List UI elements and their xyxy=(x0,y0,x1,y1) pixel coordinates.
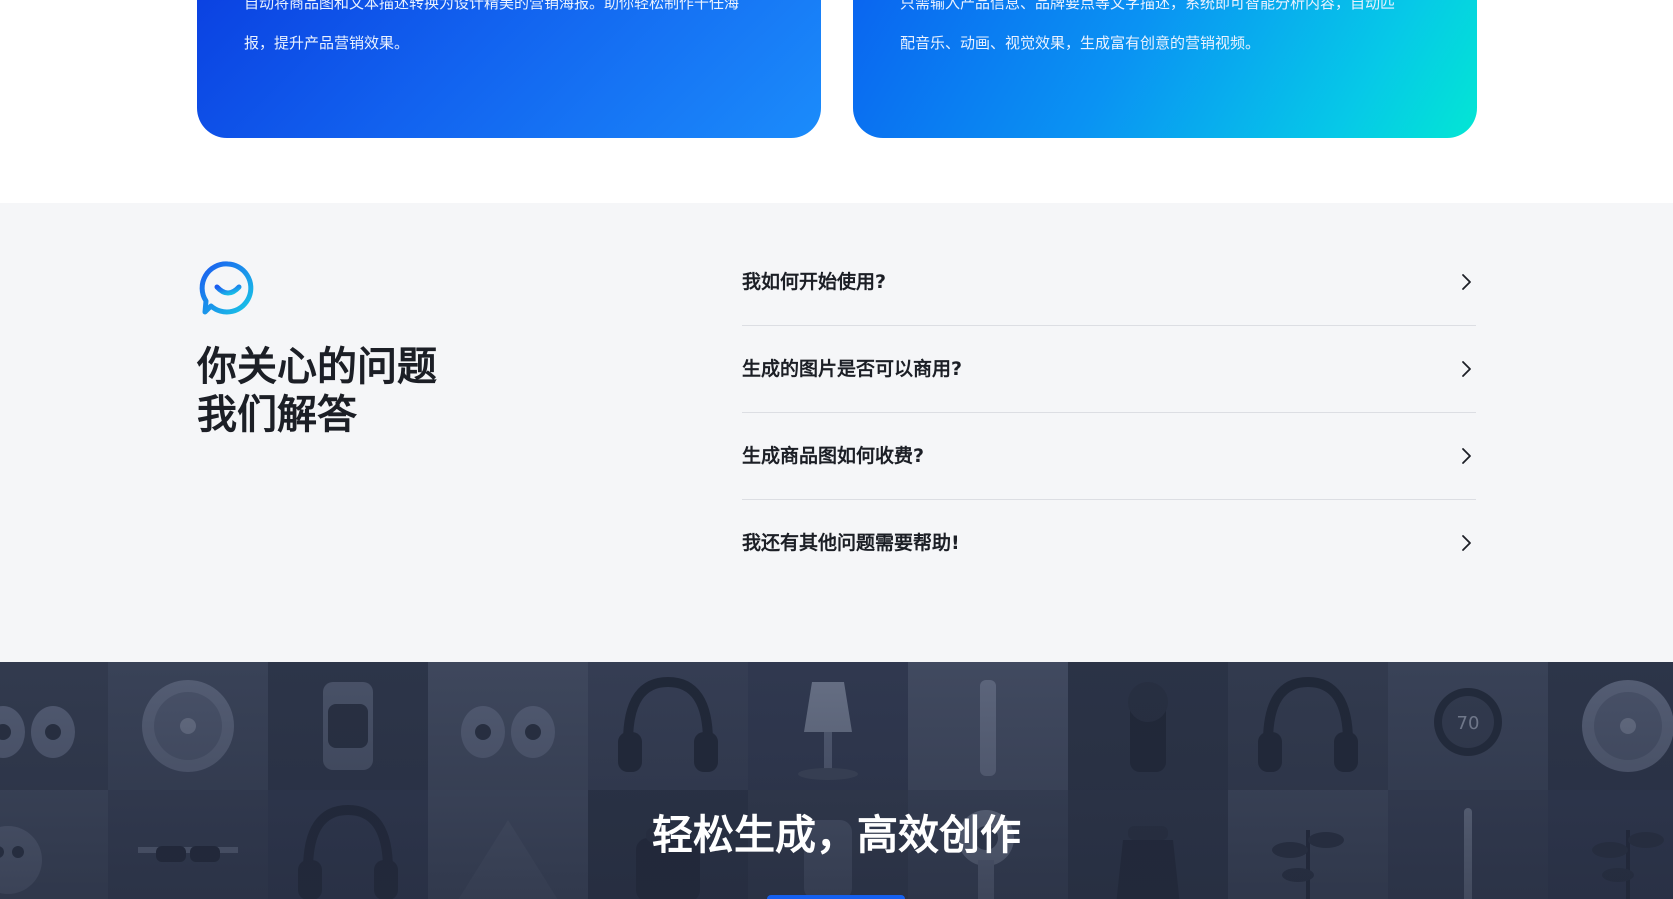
poster-feature-description: 自动将商品图和文本描述转换为设计精美的营销海报。助你轻松制作千任海 报，提升产品… xyxy=(244,0,784,63)
banner-cta-button[interactable] xyxy=(767,895,905,899)
faq-item-commercial-use[interactable]: 生成的图片是否可以商用? xyxy=(742,326,1476,413)
chevron-right-icon xyxy=(1462,448,1471,464)
banner-title: 轻松生成，高效创作 xyxy=(652,811,1021,859)
chat-smile-icon xyxy=(199,259,257,317)
faq-heading: 你关心的问题 我们解答 xyxy=(197,343,437,439)
chevron-right-icon xyxy=(1462,274,1471,290)
faq-section: 你关心的问题 我们解答 我如何开始使用? 生成的图片是否可以商用? 生成商品图如… xyxy=(0,203,1673,662)
poster-desc-line-1: 自动将商品图和文本描述转换为设计精美的营销海报。助你轻松制作千任海 xyxy=(244,0,740,12)
faq-item-pricing[interactable]: 生成商品图如何收费? xyxy=(742,413,1476,500)
feature-cards-section: 自动将商品图和文本描述转换为设计精美的营销海报。助你轻松制作千任海 报，提升产品… xyxy=(0,0,1673,203)
faq-item-more-help[interactable]: 我还有其他问题需要帮助! xyxy=(742,500,1476,587)
banner-overlay xyxy=(0,662,1673,899)
faq-question: 生成商品图如何收费? xyxy=(742,445,925,467)
faq-item-getting-started[interactable]: 我如何开始使用? xyxy=(742,239,1476,326)
faq-list: 我如何开始使用? 生成的图片是否可以商用? 生成商品图如何收费? 我还有其他问题… xyxy=(742,239,1476,587)
poster-desc-line-2: 报，提升产品营销效果。 xyxy=(244,34,410,52)
faq-heading-line-2: 我们解答 xyxy=(197,392,357,438)
chevron-right-icon xyxy=(1462,361,1471,377)
faq-heading-line-1: 你关心的问题 xyxy=(197,344,437,390)
faq-question: 生成的图片是否可以商用? xyxy=(742,358,963,380)
poster-feature-card[interactable]: 自动将商品图和文本描述转换为设计精美的营销海报。助你轻松制作千任海 报，提升产品… xyxy=(197,0,821,138)
faq-question: 我还有其他问题需要帮助! xyxy=(742,532,960,554)
video-feature-description: 只需输入产品信息、品牌要点等文字描述，系统即可智能分析内容，自动匹 配音乐、动画… xyxy=(900,0,1440,63)
video-feature-card[interactable]: 只需输入产品信息、品牌要点等文字描述，系统即可智能分析内容，自动匹 配音乐、动画… xyxy=(853,0,1477,138)
cta-banner: 70 轻松生成，高效创作 xyxy=(0,662,1673,899)
video-desc-line-1: 只需输入产品信息、品牌要点等文字描述，系统即可智能分析内容，自动匹 xyxy=(900,0,1396,12)
chevron-right-icon xyxy=(1462,535,1471,551)
faq-question: 我如何开始使用? xyxy=(742,271,887,293)
video-desc-line-2: 配音乐、动画、视觉效果，生成富有创意的营销视频。 xyxy=(900,34,1261,52)
